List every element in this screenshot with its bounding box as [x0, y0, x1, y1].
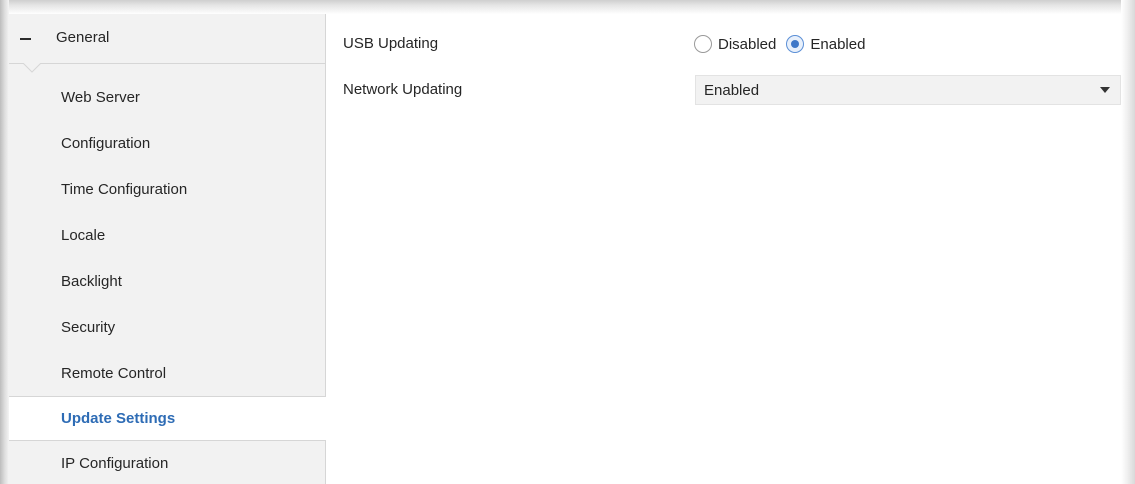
sidebar-item-ip-configuration[interactable]: IP Configuration — [9, 442, 325, 484]
sidebar-item-label: Remote Control — [61, 365, 167, 382]
sidebar-item-label: IP Configuration — [61, 455, 169, 472]
radio-label: Disabled — [718, 35, 777, 53]
settings-panel: USB Updating Disabled Enabled Network Up… — [326, 14, 1121, 484]
sidebar-item-time-configuration[interactable]: Time Configuration — [9, 168, 325, 213]
sidebar-item-label: Update Settings — [61, 410, 176, 427]
sidebar-item-label: Security — [61, 319, 116, 336]
radio-checked-icon[interactable] — [786, 35, 805, 53]
usb-updating-enabled-radio[interactable]: Enabled — [786, 35, 865, 53]
radio-unchecked-icon[interactable] — [694, 35, 712, 53]
caret-down-icon[interactable] — [1100, 87, 1110, 93]
select-value: Enabled — [704, 82, 760, 99]
sidebar-item-label: Web Server — [61, 89, 140, 106]
group-pointer-notch — [23, 63, 41, 73]
sidebar-item-backlight[interactable]: Backlight — [9, 260, 325, 305]
usb-updating-disabled-radio[interactable]: Disabled — [694, 35, 776, 53]
sidebar-item-label: Locale — [61, 227, 106, 244]
sidebar-group-general[interactable]: General — [9, 14, 325, 64]
radio-label: Enabled — [810, 35, 866, 53]
network-updating-select[interactable]: Enabled — [695, 75, 1121, 105]
sidebar-item-web-server[interactable]: Web Server — [9, 76, 325, 121]
usb-updating-radio-group: Disabled Enabled — [694, 31, 875, 57]
window-top-shadow — [0, 0, 1135, 14]
sidebar-group-label: General — [56, 29, 110, 46]
settings-window: General Web Server Configuration Time Co… — [0, 0, 1135, 484]
minus-icon[interactable] — [20, 38, 31, 40]
network-updating-label: Network Updating — [343, 81, 463, 98]
sidebar-item-locale[interactable]: Locale — [9, 214, 325, 259]
sidebar-item-label: Configuration — [61, 135, 151, 152]
sidebar: General Web Server Configuration Time Co… — [9, 14, 326, 484]
window-left-shadow — [0, 0, 9, 484]
window-right-shadow — [1121, 0, 1135, 484]
usb-updating-label: USB Updating — [343, 35, 439, 52]
sidebar-item-remote-control[interactable]: Remote Control — [9, 352, 325, 397]
sidebar-item-update-settings[interactable]: Update Settings — [9, 396, 326, 441]
sidebar-item-configuration[interactable]: Configuration — [9, 122, 325, 167]
sidebar-item-security[interactable]: Security — [9, 306, 325, 351]
sidebar-item-label: Backlight — [61, 273, 122, 290]
sidebar-item-label: Time Configuration — [61, 181, 188, 198]
